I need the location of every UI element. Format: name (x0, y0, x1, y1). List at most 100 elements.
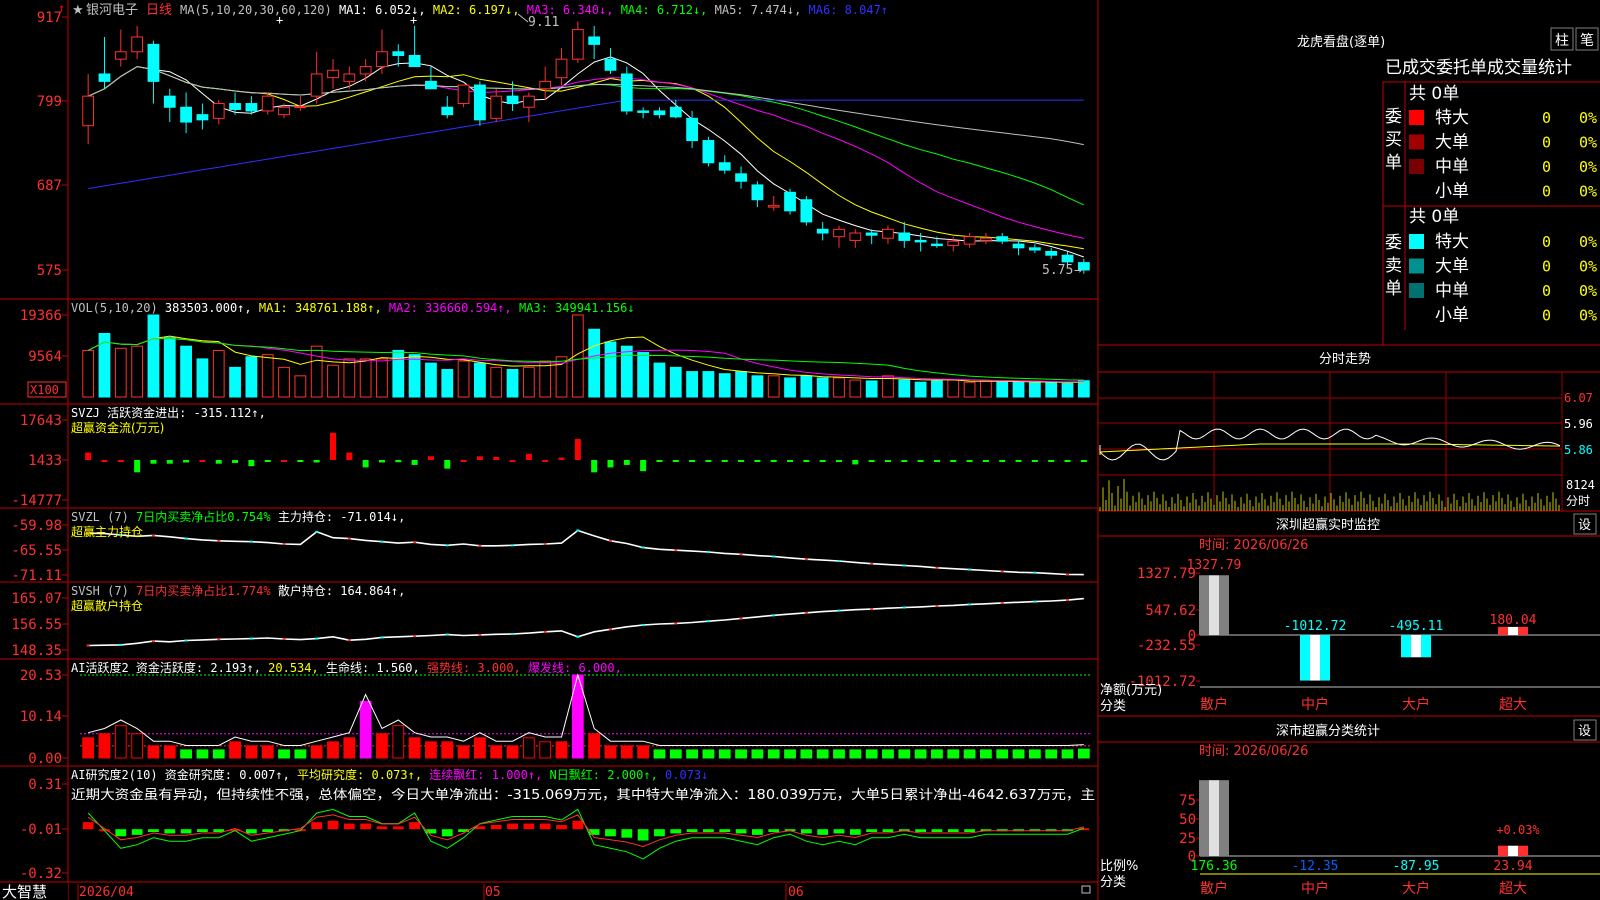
candle-body (82, 95, 95, 127)
ai-activity-bar (947, 749, 960, 759)
stock-name[interactable]: 银河电子 (86, 3, 138, 18)
volume-bar (898, 379, 911, 398)
svsh-y-axis: 165.07 156.55 148.35 (11, 591, 68, 659)
holding-point (184, 537, 188, 540)
candle-body (147, 43, 160, 82)
legend-item: MA4: 6.712↓, (613, 3, 707, 17)
classstat-settings-label[interactable]: 设 (1578, 724, 1591, 739)
candle-body (441, 106, 454, 116)
legend-item: SVZJ 活跃资金进出: -315.112↑, (71, 405, 266, 420)
svzj-bar (591, 460, 598, 473)
ai-research-bar (392, 826, 404, 830)
ai-research-bar (800, 829, 812, 834)
ai-activity-bar (882, 749, 894, 759)
ai-activity-y-tick: 20.53 (20, 668, 62, 684)
kline-y-tick: 799 (37, 94, 62, 110)
ai-activity-bar (163, 745, 176, 759)
legend-item: MA6: 8.047↑ (801, 3, 888, 17)
legend-item: MA1: 348761.188↑, (252, 301, 382, 315)
ai-activity-bar (800, 749, 813, 759)
class-category-label: 大户 (1402, 880, 1430, 897)
volume-bar (522, 366, 535, 398)
candle-body (539, 80, 552, 90)
kline-marker-icon: ↑ (58, 1, 65, 15)
class-category-label: 中户 (1301, 696, 1329, 713)
class-value-label: -495.11 (1389, 619, 1444, 634)
candle-body (1061, 254, 1074, 263)
holding-point (217, 638, 221, 641)
holding-point (641, 623, 645, 626)
legend-item: AI活跃度2 资金活跃度: 2.193↑, (71, 660, 261, 675)
legend-item: 20.534, (261, 661, 319, 675)
tick-mode-label[interactable]: 笔 (1580, 33, 1594, 49)
volume-bar (588, 328, 601, 398)
monitor-settings-label[interactable]: 设 (1578, 518, 1591, 533)
holding-point (511, 544, 515, 547)
stock-period[interactable]: 日线 (146, 3, 172, 18)
holding-point (543, 630, 547, 633)
ai-activity-bar (196, 749, 209, 759)
class-bar (1508, 626, 1518, 635)
class-bar (1310, 635, 1320, 681)
volume-bar (278, 366, 290, 398)
volume-unit[interactable]: X100 (30, 383, 59, 397)
candle-body (914, 239, 927, 243)
volume-bar (637, 352, 650, 398)
ai-activity-bar (637, 745, 650, 759)
ai-research-bar (882, 829, 894, 833)
legend-item: 主力持仓: -71.014↓, (271, 509, 406, 524)
candle-body (784, 191, 796, 212)
line-y-tick: -71.11 (11, 568, 62, 584)
order-percent: 0% (1579, 282, 1597, 300)
holding-point (870, 608, 874, 611)
holding-point (608, 539, 612, 542)
stock-star-icon[interactable]: ★ (72, 3, 84, 18)
sell-label-2: 卖 (1385, 256, 1402, 276)
ai-activity-bar (229, 741, 241, 759)
ai-activity-bar (490, 745, 503, 759)
ai-activity-bar (669, 749, 682, 759)
volume-bar (457, 360, 470, 398)
volume-bar (947, 379, 960, 398)
bar-mode-label[interactable]: 柱 (1555, 33, 1569, 49)
svzj-bar (1064, 460, 1071, 462)
volume-bar (931, 380, 943, 398)
ai-research-bar (327, 820, 339, 830)
line-y-tick: -65.55 (11, 543, 62, 559)
holding-point (347, 537, 351, 540)
svzj-bar (1015, 460, 1022, 462)
svzj-bar (85, 452, 92, 460)
holding-point (282, 542, 286, 545)
legend-item: N日飘红: 2.000↑, (542, 767, 657, 782)
ai-research-bar (164, 829, 176, 834)
candle-body (767, 205, 780, 208)
legend-item: MA2: 336660.594↑, (382, 301, 512, 315)
order-color-swatch (1409, 307, 1424, 323)
ai-activity-bar (408, 737, 421, 759)
monitor-y-tick: 25 (1179, 831, 1196, 847)
svzl-subtitle: 超赢主力持仓 (71, 524, 143, 539)
candle-body (114, 51, 127, 60)
svzj-bar (101, 460, 108, 462)
ai-activity-bar (1077, 748, 1090, 759)
order-type-label: 大单 (1435, 133, 1469, 153)
svzj-bar (248, 460, 255, 467)
svsh-subtitle: 超赢散户持仓 (71, 598, 143, 613)
dragon-title: 龙虎看盘(逐单) (1297, 34, 1385, 50)
volume-bar (408, 354, 421, 398)
candle-body (996, 236, 1009, 242)
candle-body (816, 228, 829, 234)
volume-bar (865, 380, 878, 398)
monitor-y-tick: 75 (1179, 793, 1196, 809)
svzj-bar (362, 460, 369, 468)
candle-body (669, 106, 682, 118)
order-percent: 0% (1579, 307, 1597, 325)
legend-item: MA5: 7.474↓, (707, 3, 801, 17)
volume-bar (1028, 382, 1041, 398)
monitor-y-tick: -232.55 (1137, 638, 1196, 654)
holding-point (119, 643, 123, 646)
ai-activity-bar (310, 745, 323, 759)
class-bar (1518, 626, 1528, 635)
candle-body (702, 140, 715, 164)
holding-point (1000, 601, 1004, 604)
